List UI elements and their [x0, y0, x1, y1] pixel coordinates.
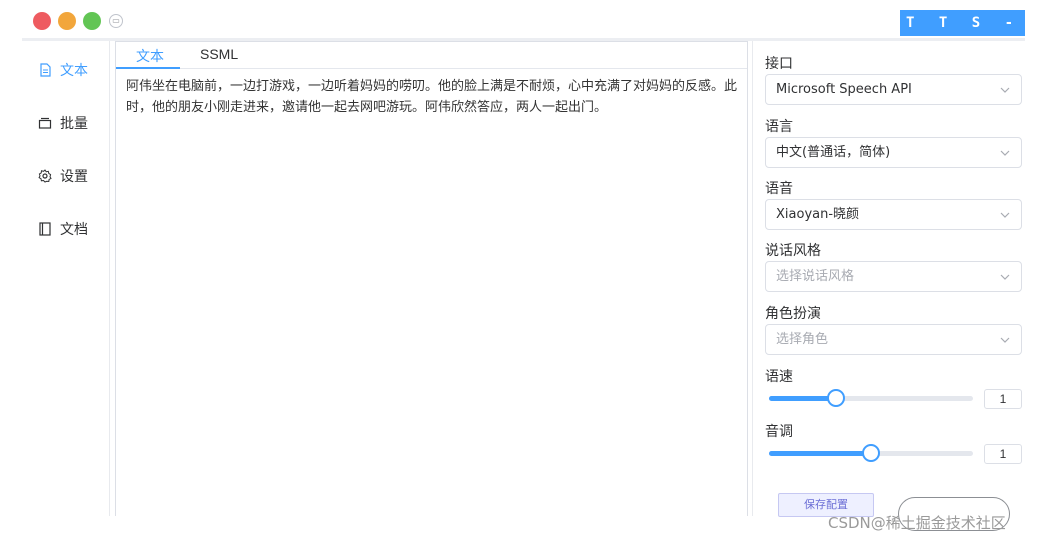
app-brand: T T S - V U E	[900, 10, 1025, 36]
batch-icon	[38, 117, 52, 129]
interface-value: Microsoft Speech API	[776, 82, 912, 97]
config-panel: 接口 Microsoft Speech API 语言 中文(普通话，简体) 语音…	[752, 41, 1025, 531]
pitch-slider[interactable]	[769, 444, 973, 462]
active-tab-indicator	[116, 67, 180, 69]
language-value: 中文(普通话，简体)	[776, 145, 891, 160]
tab-text[interactable]: 文本	[136, 46, 164, 66]
role-placeholder: 选择角色	[776, 332, 829, 347]
sidebar-item-settings[interactable]: 设置	[38, 164, 88, 188]
style-placeholder: 选择说话风格	[776, 269, 855, 284]
close-window-button[interactable]	[33, 12, 51, 30]
chevron-down-icon	[1000, 212, 1010, 218]
voice-label: 语音	[765, 180, 793, 196]
slider-fill	[769, 396, 837, 401]
gear-icon	[38, 169, 52, 183]
chevron-down-icon	[1000, 150, 1010, 156]
interface-label: 接口	[765, 55, 793, 71]
title-bar: ▭ T T S - V U E	[0, 0, 1039, 40]
slider-handle[interactable]	[827, 389, 846, 407]
sidebar-item-label: 批量	[60, 115, 88, 131]
sidebar-item-text[interactable]: 文本	[38, 58, 88, 82]
style-select[interactable]: 选择说话风格	[765, 261, 1022, 292]
sidebar-item-label: 文本	[60, 62, 88, 78]
speed-label: 语速	[765, 368, 793, 384]
sidebar-item-docs[interactable]: 文档	[38, 217, 88, 241]
editor-panel: 文本 SSML 阿伟坐在电脑前，一边打游戏，一边听着妈妈的唠叨。他的脸上满是不耐…	[115, 41, 748, 516]
sidebar-item-label: 文档	[60, 221, 88, 237]
watermark: CSDN@稀土掘金技术社区	[828, 514, 1006, 532]
maximize-window-button[interactable]	[83, 12, 101, 30]
minimize-window-button[interactable]	[58, 12, 76, 30]
tab-ssml[interactable]: SSML	[200, 46, 238, 62]
slider-handle[interactable]	[862, 444, 880, 462]
interface-select[interactable]: Microsoft Speech API	[765, 74, 1022, 105]
editor-tabs: 文本 SSML	[116, 42, 747, 69]
chevron-down-icon	[1000, 274, 1010, 280]
speed-input[interactable]: 1	[984, 389, 1022, 409]
sidebar: 文本 批量 设置 文档	[22, 41, 110, 516]
style-label: 说话风格	[765, 242, 821, 258]
language-select[interactable]: 中文(普通话，简体)	[765, 137, 1022, 168]
pin-icon[interactable]: ▭	[109, 14, 123, 28]
sidebar-item-label: 设置	[60, 168, 88, 184]
role-select[interactable]: 选择角色	[765, 324, 1022, 355]
voice-select[interactable]: Xiaoyan-晓颜	[765, 199, 1022, 230]
book-icon	[39, 222, 51, 236]
document-icon	[40, 63, 51, 77]
text-input[interactable]: 阿伟坐在电脑前，一边打游戏，一边听着妈妈的唠叨。他的脸上满是不耐烦，心中充满了对…	[116, 70, 747, 516]
chevron-down-icon	[1000, 87, 1010, 93]
pitch-label: 音调	[765, 423, 793, 439]
role-label: 角色扮演	[765, 305, 821, 321]
language-label: 语言	[765, 118, 793, 134]
chevron-down-icon	[1000, 337, 1010, 343]
pitch-input[interactable]: 1	[984, 444, 1022, 464]
speed-slider[interactable]	[769, 389, 973, 407]
voice-value: Xiaoyan-晓颜	[776, 207, 860, 222]
sidebar-item-batch[interactable]: 批量	[38, 111, 88, 135]
slider-fill	[769, 451, 871, 456]
